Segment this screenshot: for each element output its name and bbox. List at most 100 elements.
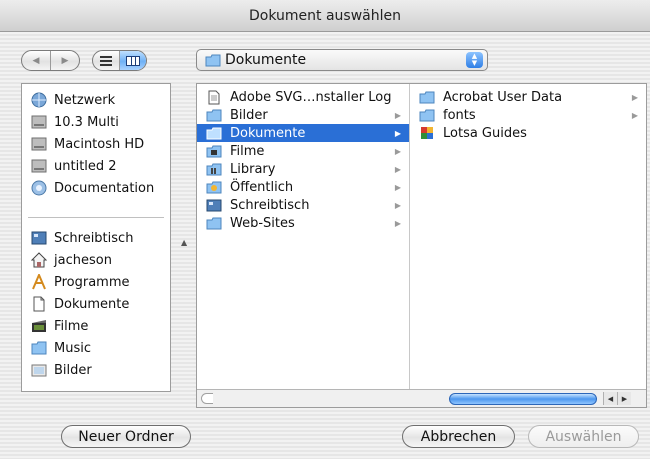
browser-item[interactable]: Lotsa Guides	[410, 124, 646, 142]
browser-item-label: Lotsa Guides	[443, 125, 527, 141]
list-view-icon	[100, 55, 112, 66]
folder-icon	[206, 181, 222, 193]
folder-icon	[206, 109, 222, 121]
browser-item-label: Adobe SVG…nstaller Log	[230, 89, 392, 105]
back-forward-buttons[interactable]: ◀ ▶	[21, 50, 80, 71]
sidebar-item-schreibtisch[interactable]: Schreibtisch	[22, 227, 170, 249]
scroll-left-button[interactable]: ◀	[603, 392, 617, 405]
disclosure-arrow-icon: ▶	[631, 110, 638, 120]
home-icon	[31, 252, 47, 268]
sidebar-item-label: Documentation	[54, 180, 155, 196]
scroll-track-end	[201, 393, 213, 404]
sidebar-divider	[28, 217, 164, 218]
disclosure-arrow-icon: ▶	[394, 164, 401, 174]
scroll-left-icon: ◀	[607, 394, 614, 403]
scroll-right-icon: ▶	[621, 394, 628, 403]
sidebar-item-music[interactable]: Music	[22, 337, 170, 359]
view-mode-buttons[interactable]	[92, 50, 147, 71]
sidebar-item-programme[interactable]: Programme	[22, 271, 170, 293]
browser-item-label: Acrobat User Data	[443, 89, 563, 105]
browser-item-label: Dokumente	[230, 125, 306, 141]
disclosure-arrow-icon: ▶	[394, 218, 401, 228]
window-title: Dokument auswählen	[0, 0, 650, 32]
browser-item[interactable]: Library ▶	[197, 160, 409, 178]
disclosure-arrow-icon: ▶	[631, 92, 638, 102]
browser-item-label: Web-Sites	[230, 215, 295, 231]
hard-disk-icon	[31, 137, 47, 151]
folder-icon	[205, 54, 221, 67]
sidebar-item-10-3-multi[interactable]: 10.3 Multi	[22, 111, 170, 133]
location-popup[interactable]: Dokumente ▲ ▼	[196, 49, 488, 71]
sidebar-item-label: Programme	[54, 274, 130, 290]
sidebar-item-dokumente[interactable]: Dokumente	[22, 293, 170, 315]
disclosure-arrow-icon: ▶	[394, 128, 401, 138]
hard-disk-icon	[31, 115, 47, 129]
forward-icon[interactable]: ▶	[51, 51, 79, 70]
app-document-icon	[421, 127, 433, 139]
column-view-button[interactable]	[120, 51, 146, 70]
column-browser: Adobe SVG…nstaller Log Bilder ▶ Dokument…	[196, 83, 647, 408]
sidebar-item-label: jacheson	[54, 252, 112, 268]
new-folder-button[interactable]: Neuer Ordner	[61, 425, 191, 448]
open-dialog: ◀ ▶ Dokumente ▲ ▼ Netzwerk 10.3 Multi Mac…	[0, 32, 650, 459]
sidebar-item-label: Bilder	[54, 362, 92, 378]
desktop-icon	[206, 199, 222, 211]
horizontal-scrollbar[interactable]: ◀ ▶	[197, 389, 646, 407]
desktop-icon	[31, 231, 47, 245]
sidebar-item-jacheson[interactable]: jacheson	[22, 249, 170, 271]
sidebar: Netzwerk 10.3 Multi Macintosh HD untitle…	[21, 83, 171, 392]
browser-column-2: Acrobat User Data ▶ fonts ▶ Lotsa Guides	[410, 84, 646, 389]
sidebar-item-documentation[interactable]: Documentation	[22, 177, 170, 199]
sidebar-item-untitled-2[interactable]: untitled 2	[22, 155, 170, 177]
browser-item[interactable]: Bilder ▶	[197, 106, 409, 124]
folder-icon	[419, 91, 435, 103]
pictures-icon	[31, 364, 47, 377]
choose-button[interactable]: Auswählen	[528, 425, 639, 448]
location-label: Dokumente	[225, 52, 307, 68]
browser-column-1: Adobe SVG…nstaller Log Bilder ▶ Dokument…	[197, 84, 410, 389]
sidebar-item-label: Music	[54, 340, 91, 356]
sidebar-item-label: Netzwerk	[54, 92, 116, 108]
splitter-handle[interactable]: ▲	[181, 238, 187, 247]
browser-item-label: Bilder	[230, 107, 268, 123]
document-icon	[208, 90, 220, 104]
scroll-thumb[interactable]	[449, 393, 597, 405]
hard-disk-icon	[31, 159, 47, 173]
browser-item-selected[interactable]: Dokumente ▶	[197, 124, 409, 142]
folder-icon	[206, 217, 222, 229]
disclosure-arrow-icon: ▶	[394, 146, 401, 156]
browser-item[interactable]: Acrobat User Data ▶	[410, 88, 646, 106]
browser-item[interactable]: Web-Sites ▶	[197, 214, 409, 232]
cancel-button[interactable]: Abbrechen	[402, 425, 515, 448]
sidebar-item-label: Dokumente	[54, 296, 130, 312]
column-view-icon	[126, 55, 140, 66]
music-folder-icon	[31, 341, 47, 355]
scroll-right-button[interactable]: ▶	[617, 392, 631, 405]
browser-item-label: Filme	[230, 143, 265, 159]
sidebar-item-label: Macintosh HD	[54, 136, 145, 152]
browser-item[interactable]: Schreibtisch ▶	[197, 196, 409, 214]
browser-item-label: Schreibtisch	[230, 197, 310, 213]
popup-arrows-icon: ▲ ▼	[466, 52, 483, 68]
sidebar-item-label: Filme	[54, 318, 89, 334]
sidebar-item-bilder[interactable]: Bilder	[22, 359, 170, 381]
sidebar-item-filme[interactable]: Filme	[22, 315, 170, 337]
sidebar-item-netzwerk[interactable]: Netzwerk	[22, 89, 170, 111]
browser-item[interactable]: Adobe SVG…nstaller Log	[197, 88, 409, 106]
folder-icon	[206, 163, 222, 175]
sidebar-item-label: untitled 2	[54, 158, 117, 174]
browser-item[interactable]: fonts ▶	[410, 106, 646, 124]
list-view-button[interactable]	[93, 51, 120, 70]
back-icon[interactable]: ◀	[22, 51, 51, 70]
sidebar-item-label: 10.3 Multi	[54, 114, 119, 130]
browser-item-label: Library	[230, 161, 276, 177]
folder-icon	[419, 109, 435, 121]
browser-item[interactable]: Filme ▶	[197, 142, 409, 160]
folder-icon	[206, 145, 222, 157]
network-icon	[31, 92, 47, 108]
browser-item[interactable]: Öffentlich ▶	[197, 178, 409, 196]
sidebar-item-macintosh-hd[interactable]: Macintosh HD	[22, 133, 170, 155]
sidebar-item-label: Schreibtisch	[54, 230, 134, 246]
disclosure-arrow-icon: ▶	[394, 182, 401, 192]
folder-icon	[206, 127, 222, 139]
